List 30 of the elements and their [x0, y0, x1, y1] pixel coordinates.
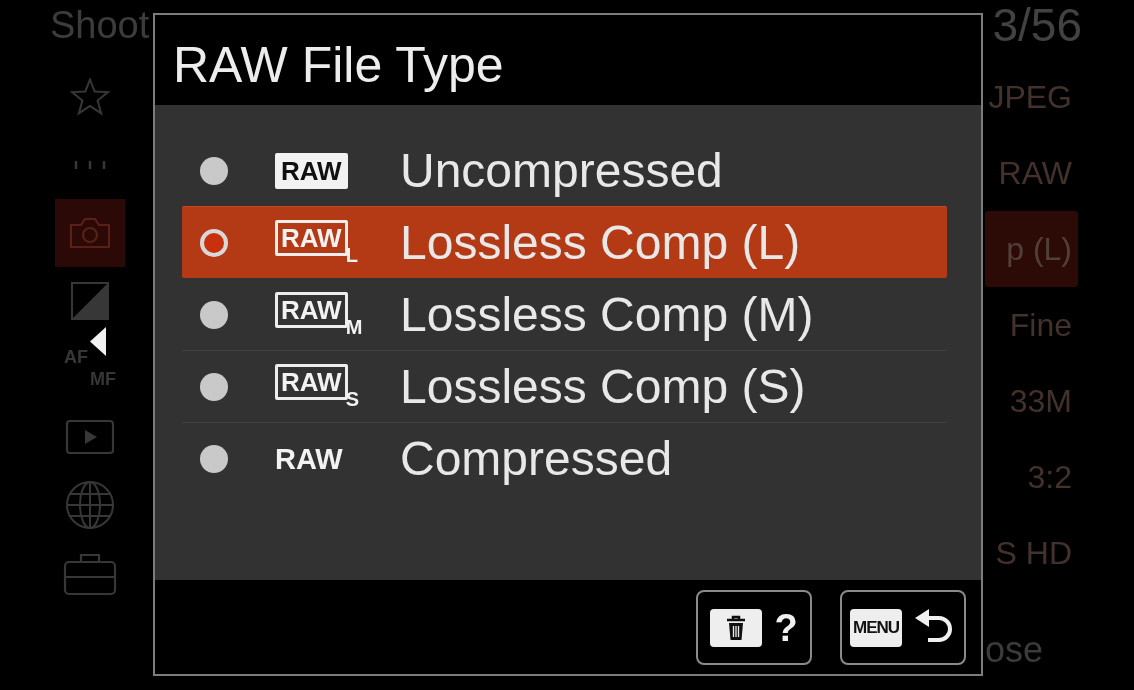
footer-text: ose	[985, 630, 1044, 670]
playback-icon	[65, 419, 115, 455]
camera-icon	[68, 216, 112, 250]
page-number: 3/56	[992, 0, 1082, 50]
setting-value[interactable]: 3:2	[1027, 457, 1082, 497]
dialog-title: RAW File Type	[173, 37, 504, 94]
option-row[interactable]: RAW Compressed	[182, 422, 947, 494]
format-badge: RAW	[275, 152, 348, 189]
left-arrow-icon	[90, 327, 106, 356]
menu-title: Shoot	[50, 3, 150, 48]
sidebar-tab[interactable]	[55, 199, 125, 267]
option-label: Lossless Comp (S)	[400, 358, 806, 415]
setting-value[interactable]: S HD	[995, 533, 1082, 573]
setting-value[interactable]: JPEG	[988, 77, 1082, 117]
option-label: Lossless Comp (M)	[400, 286, 814, 343]
setting-value[interactable]: RAW	[998, 153, 1082, 193]
menu-back-button[interactable]: MENU	[840, 590, 966, 665]
dots-icon	[73, 160, 107, 170]
setting-value[interactable]: Fine	[1009, 305, 1082, 345]
option-label: Lossless Comp (L)	[400, 214, 801, 271]
format-label: RAW	[275, 441, 343, 476]
option-row[interactable]: RAW Uncompressed	[182, 134, 947, 206]
delete-help-button[interactable]: ?	[696, 590, 812, 665]
star-icon	[70, 78, 110, 116]
option-label: Compressed	[400, 430, 673, 487]
option-label: Uncompressed	[400, 142, 723, 199]
globe-icon	[65, 480, 115, 530]
exposure-icon	[70, 281, 110, 321]
trash-icon	[710, 608, 763, 647]
setting-value[interactable]: 33M	[1009, 381, 1082, 421]
